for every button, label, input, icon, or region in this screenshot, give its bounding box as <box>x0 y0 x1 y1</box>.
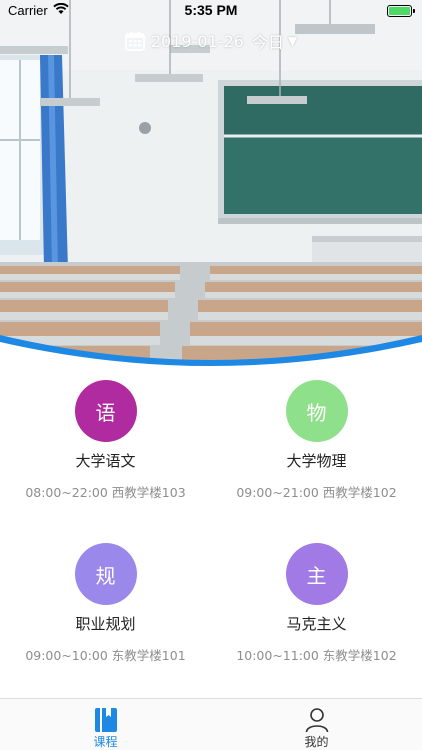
course-time-location: 09:00~21:00 西教学楼102 <box>236 485 397 500</box>
status-bar: Carrier 5:35 PM <box>0 0 422 22</box>
course-card[interactable]: 主 马克主义 10:00~11:00 东教学楼102 <box>211 535 422 698</box>
status-time: 5:35 PM <box>184 2 238 18</box>
course-grid: 语 大学语文 08:00~22:00 西教学楼103 物 大学物理 09:00~… <box>0 372 422 698</box>
course-time-location: 08:00~22:00 西教学楼103 <box>25 485 186 500</box>
tab-profile[interactable]: 我的 <box>211 699 422 750</box>
course-badge: 物 <box>285 380 348 442</box>
tab-bar: 课程 我的 <box>0 698 422 750</box>
course-card[interactable]: 语 大学语文 08:00~22:00 西教学楼103 <box>0 372 211 535</box>
course-name: 大学物理 <box>286 452 347 470</box>
course-badge: 语 <box>74 380 137 442</box>
course-name: 职业规划 <box>75 615 136 633</box>
date-selector[interactable]: 2019-01-26 今日 ▼ <box>0 30 422 52</box>
tab-label: 我的 <box>304 735 329 749</box>
course-time-location: 10:00~11:00 东教学楼102 <box>236 648 397 663</box>
course-badge: 规 <box>74 543 137 605</box>
classroom-banner-image <box>0 0 422 372</box>
calendar-icon <box>124 32 145 51</box>
today-label: 今日 <box>251 33 284 52</box>
date-text: 2019-01-26 <box>150 31 244 51</box>
caret-down-icon: ▼ <box>287 34 298 48</box>
course-badge: 主 <box>285 543 348 605</box>
course-card[interactable]: 规 职业规划 09:00~10:00 东教学楼101 <box>0 535 211 698</box>
tab-label: 课程 <box>93 735 118 749</box>
battery-icon <box>387 5 415 17</box>
book-icon <box>94 708 117 732</box>
tab-courses[interactable]: 课程 <box>0 699 211 750</box>
course-time-location: 09:00~10:00 东教学楼101 <box>25 648 186 663</box>
course-card[interactable]: 物 大学物理 09:00~21:00 西教学楼102 <box>211 372 422 535</box>
person-icon <box>305 708 328 733</box>
course-name: 大学语文 <box>75 452 136 470</box>
course-name: 马克主义 <box>286 615 347 633</box>
